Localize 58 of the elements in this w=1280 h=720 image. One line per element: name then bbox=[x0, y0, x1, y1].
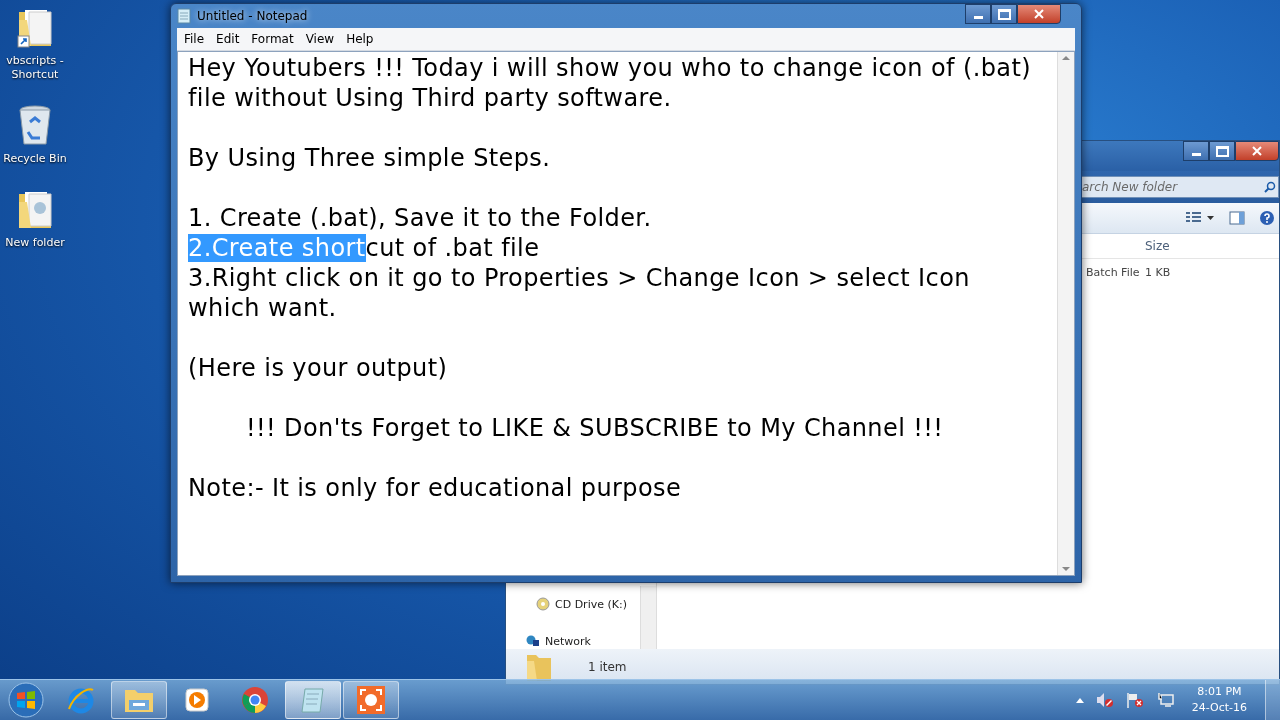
desktop-icon-label[interactable]: Recycle Bin bbox=[3, 152, 67, 166]
network-icon bbox=[526, 634, 540, 648]
nav-item[interactable]: CD Drive (K:) bbox=[555, 597, 627, 611]
help-icon[interactable] bbox=[1259, 210, 1275, 226]
recycle-bin-icon bbox=[18, 104, 52, 148]
text-line: 2.Create shortcut of .bat file bbox=[188, 234, 540, 262]
flag-icon[interactable] bbox=[1125, 692, 1144, 708]
type-cell: Batch File bbox=[1086, 265, 1140, 279]
text-line: !!! Don'ts Forget to LIKE & SUBSCRIBE to My Channel !!! bbox=[246, 414, 944, 442]
menu-item[interactable]: File bbox=[179, 30, 210, 48]
menu-item[interactable]: Format bbox=[246, 30, 299, 48]
maximize-button[interactable] bbox=[991, 4, 1017, 24]
close-button[interactable] bbox=[1017, 4, 1061, 24]
start-orb-icon[interactable] bbox=[8, 682, 44, 718]
column-header[interactable]: Size bbox=[1141, 239, 1225, 253]
menu-item[interactable]: Edit bbox=[211, 30, 245, 48]
play-icon[interactable] bbox=[184, 687, 210, 713]
menu-item[interactable]: View bbox=[300, 30, 340, 48]
show-desktop-button[interactable] bbox=[1265, 680, 1280, 720]
nav-item[interactable]: Network bbox=[545, 634, 591, 648]
size-cell: 1 KB bbox=[1145, 265, 1171, 279]
status-text: 1 item bbox=[588, 659, 627, 674]
close-button[interactable] bbox=[1235, 141, 1279, 161]
record-icon[interactable] bbox=[356, 685, 386, 715]
search-field[interactable]: arch New folder bbox=[1081, 176, 1279, 198]
text-line: 1. Create (.bat), Save it to the Folder. bbox=[188, 204, 652, 232]
minimize-button[interactable] bbox=[1183, 141, 1209, 161]
view-list-icon[interactable] bbox=[1185, 211, 1215, 225]
preview-pane-icon[interactable] bbox=[1229, 211, 1245, 225]
scrollbar[interactable] bbox=[1057, 52, 1074, 575]
scrollbar[interactable] bbox=[640, 586, 656, 649]
disc-icon bbox=[536, 597, 550, 611]
taskbar-button[interactable] bbox=[343, 681, 399, 719]
up-arrow-icon[interactable] bbox=[1075, 697, 1084, 703]
taskbar-button[interactable] bbox=[111, 681, 167, 719]
clock[interactable]: 8:01 PM 24-Oct-16 bbox=[1185, 684, 1253, 716]
minimize-button[interactable] bbox=[965, 4, 991, 24]
muted-speaker-icon[interactable] bbox=[1095, 692, 1114, 708]
network-icon[interactable] bbox=[1155, 692, 1174, 708]
taskbar-button[interactable] bbox=[285, 681, 341, 719]
chrome-icon[interactable] bbox=[240, 685, 270, 715]
desktop-icon-label[interactable]: vbscripts - Shortcut bbox=[0, 54, 70, 82]
browser-e-icon[interactable] bbox=[66, 685, 96, 715]
close-icon bbox=[1252, 146, 1262, 156]
text-line: Note:- It is only for educational purpose bbox=[188, 474, 682, 502]
search-icon bbox=[1264, 181, 1276, 193]
menu-item[interactable]: Help bbox=[341, 30, 379, 48]
close-icon bbox=[1034, 9, 1044, 19]
notepad-icon bbox=[177, 8, 191, 24]
text-line: Hey Youtubers !!! Today i will show you who to change icon of (.bat) bbox=[188, 54, 1031, 82]
window-title: Untitled - Notepad bbox=[197, 9, 309, 23]
maximize-button[interactable] bbox=[1209, 141, 1235, 161]
text-line: (Here is your output) bbox=[188, 354, 448, 382]
text-line: which want. bbox=[188, 294, 337, 322]
desktop-icon-label[interactable]: New folder bbox=[5, 236, 65, 250]
text-line: By Using Three simple Steps. bbox=[188, 144, 551, 172]
text-line: 3.Right click on it go to Properties > Change Icon > select Icon bbox=[188, 264, 970, 292]
text-line: file without Using Third party software. bbox=[188, 84, 672, 112]
